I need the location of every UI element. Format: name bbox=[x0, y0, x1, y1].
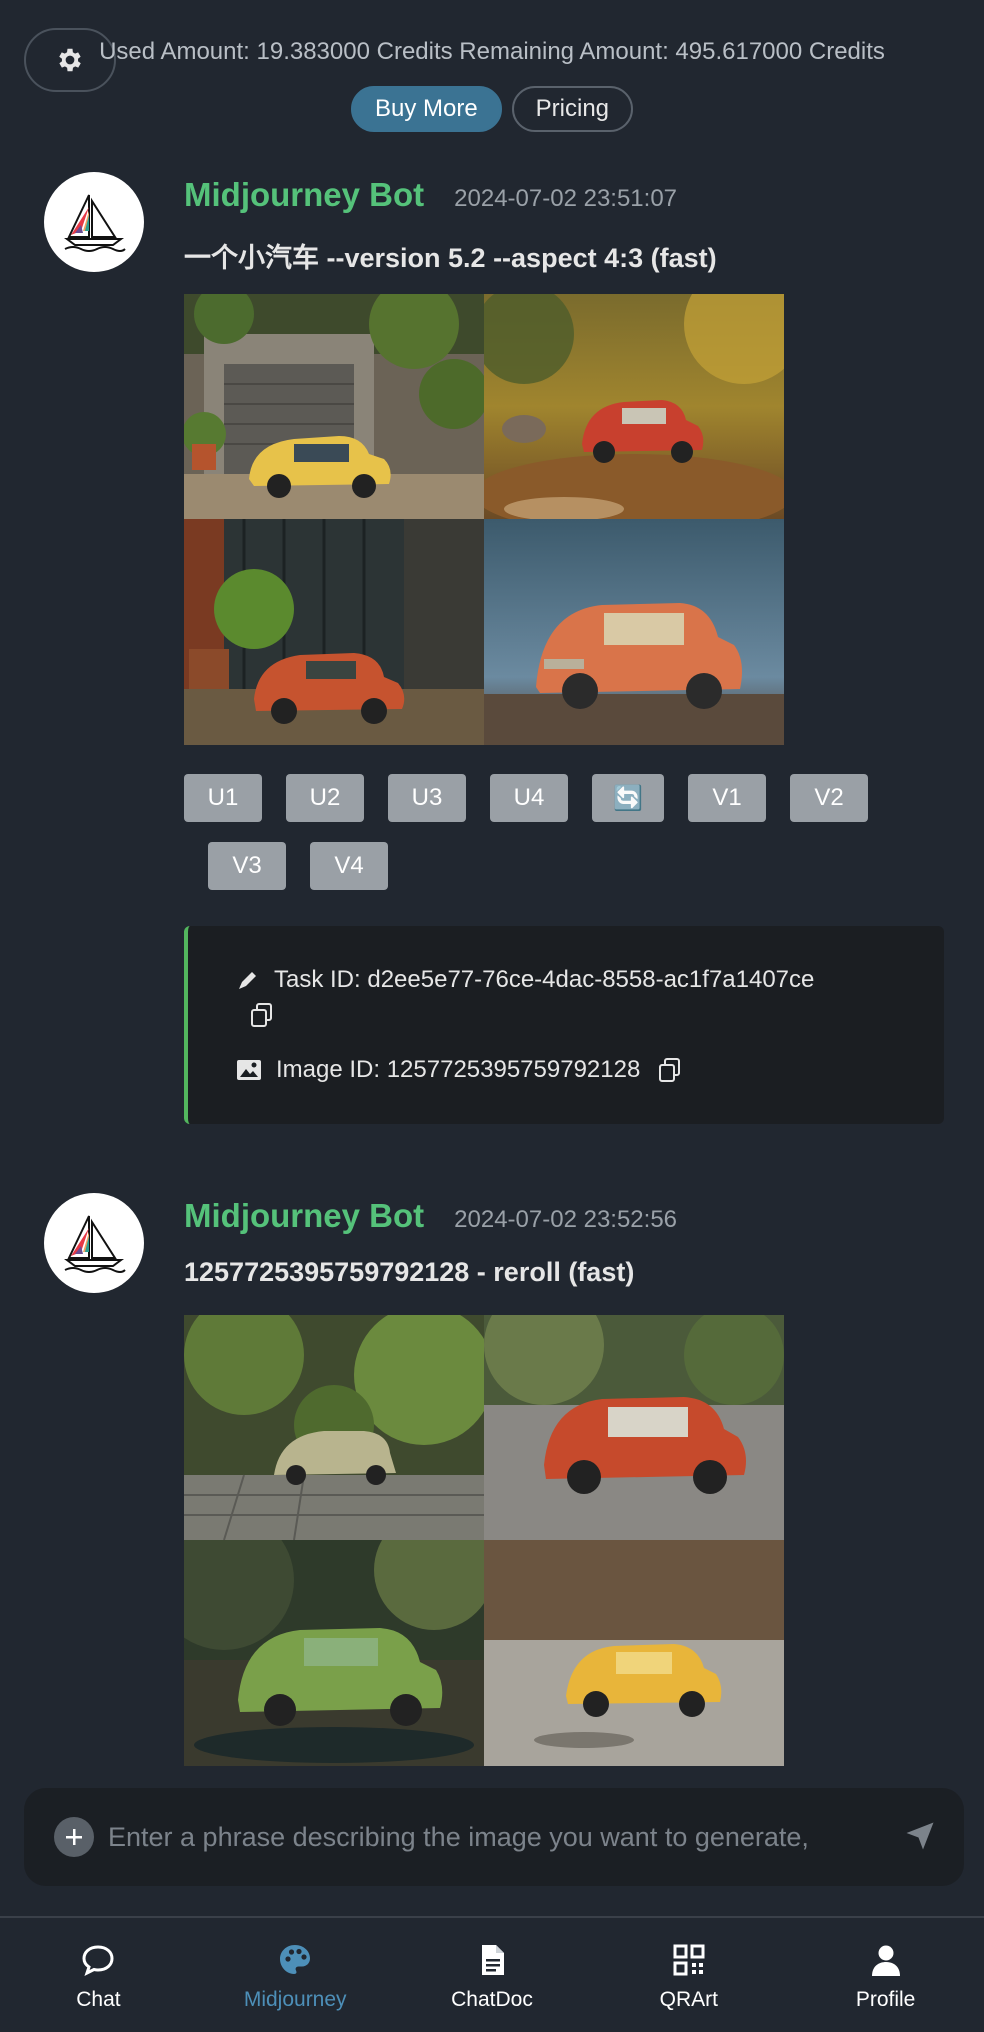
buy-more-button[interactable]: Buy More bbox=[350, 86, 502, 132]
image-grid[interactable] bbox=[184, 1315, 784, 1766]
nav-item-chat[interactable]: Chat bbox=[0, 1918, 197, 2032]
image-icon bbox=[237, 1060, 261, 1080]
bottom-navigation: Chat Midjourney ChatDoc QRArt Profile bbox=[0, 1916, 984, 2032]
message-header: Midjourney Bot 2024-07-02 23:52:56 bbox=[184, 1197, 677, 1235]
message-timestamp: 2024-07-02 23:51:07 bbox=[454, 185, 678, 212]
nav-item-chatdoc[interactable]: ChatDoc bbox=[394, 1918, 591, 2032]
variation-1-button[interactable]: V1 bbox=[688, 774, 766, 822]
chat-bubble-icon bbox=[82, 1945, 114, 1976]
action-buttons-row: V3 V4 bbox=[208, 842, 388, 890]
bot-avatar bbox=[44, 172, 144, 272]
chat-message: Midjourney Bot 2024-07-02 23:52:56 12577… bbox=[0, 1193, 984, 1793]
action-buttons-row: U1 U2 U3 U4 🔄 V1 V2 bbox=[184, 774, 868, 822]
add-attachment-icon[interactable] bbox=[54, 1817, 94, 1857]
image-tile[interactable] bbox=[184, 1540, 484, 1766]
image-tile[interactable] bbox=[184, 1315, 484, 1540]
image-id-line: Image ID: 1257725395759792128 bbox=[236, 1056, 682, 1084]
send-icon[interactable] bbox=[902, 1818, 938, 1854]
variation-4-button[interactable]: V4 bbox=[310, 842, 388, 890]
image-tile[interactable] bbox=[484, 1315, 784, 1540]
image-tile[interactable] bbox=[484, 1540, 784, 1766]
palette-icon bbox=[280, 1945, 311, 1974]
message-prompt: 1257725395759792128 - reroll (fast) bbox=[184, 1257, 635, 1287]
bot-avatar bbox=[44, 1193, 144, 1293]
document-icon bbox=[481, 1945, 504, 1975]
bot-name: Midjourney Bot bbox=[184, 176, 425, 213]
image-tile[interactable] bbox=[484, 519, 784, 745]
copy-icon[interactable] bbox=[658, 1057, 682, 1083]
credit-actions: Buy More Pricing bbox=[0, 86, 984, 132]
nav-label-chat: Chat bbox=[76, 1988, 121, 2011]
pencil-icon bbox=[239, 972, 256, 989]
copy-icon[interactable] bbox=[250, 1002, 274, 1028]
person-icon bbox=[871, 1945, 900, 1976]
prompt-input[interactable] bbox=[108, 1812, 888, 1862]
nav-label-midjourney: Midjourney bbox=[243, 1988, 347, 2011]
image-grid[interactable] bbox=[184, 294, 784, 745]
upscale-4-button[interactable]: U4 bbox=[490, 774, 568, 822]
credits-summary: Used Amount: 19.383000 Credits Remaining… bbox=[99, 38, 885, 65]
sailboat-logo-icon bbox=[64, 194, 126, 252]
image-tile[interactable] bbox=[184, 519, 484, 745]
prompt-composer bbox=[24, 1788, 964, 1886]
nav-item-profile[interactable]: Profile bbox=[787, 1918, 984, 2032]
pricing-button[interactable]: Pricing bbox=[511, 86, 634, 132]
message-timestamp: 2024-07-02 23:52:56 bbox=[454, 1206, 678, 1233]
message-prompt: 一个小汽车 --version 5.2 --aspect 4:3 (fast) bbox=[184, 243, 717, 273]
image-tile[interactable] bbox=[184, 294, 484, 519]
image-id-text: Image ID: 1257725395759792128 bbox=[276, 1056, 641, 1083]
task-info-card: Task ID: d2ee5e77-76ce-4dac-8558-ac1f7a1… bbox=[184, 926, 944, 1124]
nav-label-profile: Profile bbox=[855, 1988, 916, 2011]
variation-2-button[interactable]: V2 bbox=[790, 774, 868, 822]
plus-icon bbox=[66, 1829, 82, 1845]
nav-label-qrart: QRArt bbox=[659, 1988, 718, 2011]
nav-item-qrart[interactable]: QRArt bbox=[590, 1918, 787, 2032]
bot-name: Midjourney Bot bbox=[184, 1197, 425, 1234]
message-header: Midjourney Bot 2024-07-02 23:51:07 bbox=[184, 176, 677, 214]
reroll-button[interactable]: 🔄 bbox=[592, 774, 664, 822]
sailboat-logo-icon bbox=[64, 1215, 126, 1273]
nav-label-chatdoc: ChatDoc bbox=[451, 1988, 533, 2011]
image-tile[interactable] bbox=[484, 294, 784, 519]
variation-3-button[interactable]: V3 bbox=[208, 842, 286, 890]
nav-item-midjourney[interactable]: Midjourney bbox=[197, 1918, 394, 2032]
upscale-2-button[interactable]: U2 bbox=[286, 774, 364, 822]
task-id-line: Task ID: d2ee5e77-76ce-4dac-8558-ac1f7a1… bbox=[236, 966, 814, 994]
upscale-1-button[interactable]: U1 bbox=[184, 774, 262, 822]
upscale-3-button[interactable]: U3 bbox=[388, 774, 466, 822]
task-id-text: Task ID: d2ee5e77-76ce-4dac-8558-ac1f7a1… bbox=[274, 966, 815, 993]
qr-code-icon bbox=[673, 1944, 705, 1976]
